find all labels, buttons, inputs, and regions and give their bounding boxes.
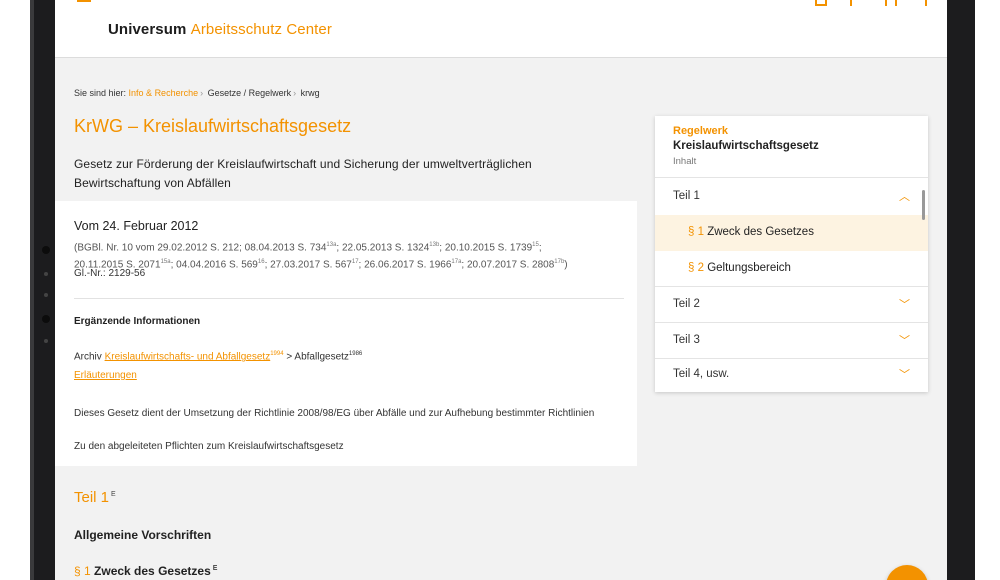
camera-dot-icon: [42, 315, 50, 323]
sensor-dot-icon: [44, 339, 48, 343]
toc-scrollbar[interactable]: [922, 190, 925, 220]
bgbl-references: (BGBl. Nr. 10 vom 29.02.2012 S. 212; 08.…: [74, 242, 568, 271]
breadcrumb: Sie sind hier: Info & Recherche › Gesetze…: [74, 88, 320, 98]
divider: [74, 298, 624, 299]
user-icon[interactable]: [885, 0, 897, 6]
page-subtitle: Gesetz zur Förderung der Kreislaufwirtsc…: [74, 157, 532, 190]
tablet-edge: [30, 0, 34, 580]
derived-duties-link[interactable]: Zu den abgeleiteten Pflichten zum Kreisl…: [74, 441, 344, 452]
toc-item-teil-3[interactable]: Teil 3 ﹀: [655, 323, 928, 359]
sensor-dot-icon: [44, 272, 48, 276]
gl-number: Gl.-Nr.: 2129-56: [74, 268, 146, 279]
page-title: KrWG – Kreislaufwirtschaftsgesetz: [74, 116, 352, 136]
camera-dot-icon: [42, 246, 50, 254]
breadcrumb-item-current: krwg: [300, 88, 320, 98]
brand-name-part2: Arbeitsschutz Center: [190, 21, 332, 38]
breadcrumb-prefix: Sie sind hier:: [74, 88, 127, 98]
menu-icon[interactable]: [77, 0, 91, 2]
app-screen: Universum Arbeitsschutz Center Sie sind …: [55, 0, 947, 580]
supplementary-info-heading: Ergänzende Informationen: [74, 316, 201, 327]
info-icon[interactable]: [850, 0, 862, 6]
toc-item-teil-1[interactable]: Teil 1 ︿: [655, 179, 928, 215]
top-header: Universum Arbeitsschutz Center: [55, 0, 947, 58]
toc-law-name: Kreislaufwirtschaftsgesetz: [673, 140, 819, 152]
toc-contents-label: Inhalt: [673, 156, 697, 167]
section-heading: Teil 1E: [74, 489, 116, 506]
chevron-up-icon: ︿: [899, 191, 910, 203]
chevron-down-icon: ﹀: [899, 335, 910, 347]
section-subheading: Allgemeine Vorschriften: [74, 528, 212, 542]
search-icon[interactable]: [915, 0, 927, 6]
paragraph-heading: § 1 Zweck des Gesetzes E: [74, 564, 218, 578]
toc-item-teil-4[interactable]: Teil 4, usw. ﹀: [655, 357, 928, 393]
archive-line: Archiv Kreislaufwirtschafts- und Abfallg…: [74, 351, 363, 363]
directive-note: Dieses Gesetz dient der Umsetzung der Ri…: [74, 408, 595, 419]
toc-panel: Regelwerk Kreislaufwirtschaftsgesetz Inh…: [655, 116, 928, 392]
chevron-down-icon: ﹀: [899, 299, 910, 311]
breadcrumb-link-info[interactable]: Info & Recherche: [129, 88, 199, 98]
toc-item-teil-2[interactable]: Teil 2 ﹀: [655, 287, 928, 323]
chevron-down-icon: ﹀: [899, 369, 910, 381]
brand-logo[interactable]: Universum Arbeitsschutz Center: [108, 21, 332, 38]
explanations-link[interactable]: Erläuterungen: [74, 370, 137, 381]
info-card: Vom 24. Februar 2012 (BGBl. Nr. 10 vom 2…: [55, 201, 637, 466]
sensor-dot-icon: [44, 293, 48, 297]
breadcrumb-item-gesetze[interactable]: Gesetze / Regelwerk: [208, 88, 292, 98]
toc-item-para-2[interactable]: § 2 Geltungsbereich: [655, 251, 928, 287]
toc-item-para-1[interactable]: § 1 Zweck des Gesetzes: [655, 215, 928, 251]
brand-name-part1: Universum: [108, 21, 187, 38]
bookmark-icon[interactable]: [815, 0, 827, 6]
law-date: Vom 24. Februar 2012: [74, 219, 199, 233]
archive-link[interactable]: Kreislaufwirtschafts- und Abfallgesetz: [105, 351, 271, 362]
toc-label: Regelwerk: [673, 125, 729, 137]
toc-header: Regelwerk Kreislaufwirtschaftsgesetz Inh…: [655, 116, 928, 178]
floating-action-button[interactable]: [886, 565, 928, 580]
